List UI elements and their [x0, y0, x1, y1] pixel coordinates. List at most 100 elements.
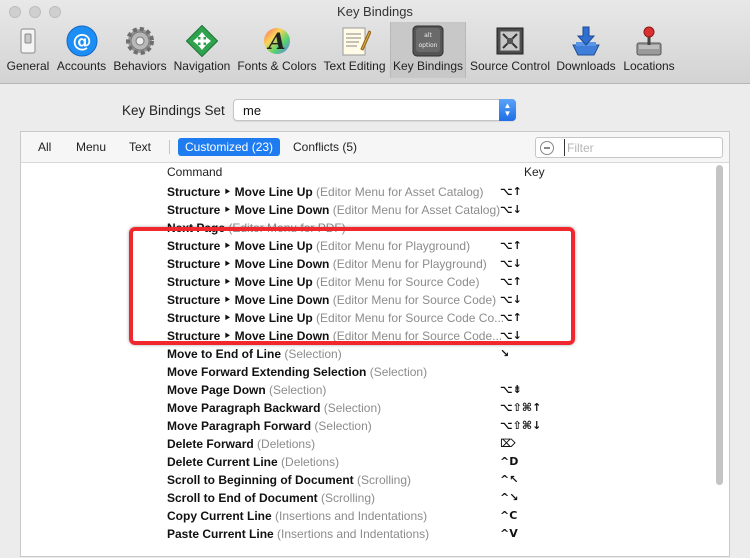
command-name: Move Forward Extending Selection [167, 365, 367, 379]
source-control-icon [493, 25, 527, 57]
toolbar-label: Source Control [469, 59, 551, 73]
key-cell[interactable]: ^D [500, 455, 518, 468]
filter-tab-customized[interactable]: Customized (23) [178, 138, 281, 156]
command-name: Structure ‣ Move Line Down [167, 293, 330, 307]
locations-joystick-icon [632, 25, 666, 57]
command-context: (Selection) [314, 419, 372, 433]
key-bindings-list: Structure ‣ Move Line Up (Editor Menu fo… [21, 181, 711, 558]
key-cell[interactable]: ⌥⇧⌘↓ [500, 419, 541, 432]
table-row[interactable]: Move Page Down (Selection) ⌥⇟ [21, 381, 711, 399]
table-row[interactable]: Delete Forward (Deletions) ⌦ [21, 435, 711, 453]
toolbar-tab-downloads[interactable]: Downloads [554, 22, 618, 78]
filter-tab-conflicts[interactable]: Conflicts (5) [293, 140, 357, 154]
key-cell[interactable]: ⌥↓ [500, 329, 522, 342]
key-cell[interactable]: ↘ [500, 347, 509, 360]
key-cell[interactable]: ⌥↑ [500, 185, 522, 198]
key-cell[interactable]: ⌦ [500, 437, 516, 450]
toolbar-tab-navigation[interactable]: Navigation [171, 22, 233, 78]
filter-tab-all[interactable]: All [38, 140, 51, 154]
command-cell: Move Paragraph Backward (Selection) [167, 401, 381, 415]
toolbar-tab-key-bindings[interactable]: alt option Key Bindings [390, 22, 466, 78]
key-bindings-set-value: me [243, 103, 262, 118]
accounts-at-icon: @ [65, 25, 99, 57]
key-cell[interactable]: ⌥↑ [500, 239, 522, 252]
key-bindings-icon: alt option [411, 25, 445, 57]
svg-text:A: A [266, 29, 285, 55]
toolbar-tab-general[interactable]: General [4, 22, 52, 78]
table-row[interactable]: Copy Current Line (Insertions and Indent… [21, 507, 711, 525]
command-name: Move to End of Line [167, 347, 281, 361]
key-cell[interactable]: ^V [500, 527, 518, 540]
command-context: (Editor Menu for Source Code... [332, 329, 503, 343]
table-row[interactable]: Move Forward Extending Selection (Select… [21, 363, 711, 381]
filter-tab-text[interactable]: Text [129, 140, 151, 154]
toolbar-tab-source-control[interactable]: Source Control [468, 22, 552, 78]
key-cell[interactable]: ⌥↑ [500, 275, 522, 288]
table-row[interactable]: Structure ‣ Move Line Down (Editor Menu … [21, 201, 711, 219]
filter-tab-menu[interactable]: Menu [76, 140, 106, 154]
column-header-key[interactable]: Key [524, 165, 545, 179]
title-bar: Key Bindings General @ Accounts Behavior… [0, 0, 750, 84]
table-row[interactable]: Structure ‣ Move Line Up (Editor Menu fo… [21, 183, 711, 201]
key-cell[interactable]: ⌥⇟ [500, 383, 522, 396]
keycap-option-text: option [419, 42, 438, 49]
toolbar-tab-behaviors[interactable]: Behaviors [111, 22, 169, 78]
command-cell: Structure ‣ Move Line Down (Editor Menu … [167, 293, 496, 307]
table-row[interactable]: Structure ‣ Move Line Down (Editor Menu … [21, 327, 711, 345]
toolbar-tab-locations[interactable]: Locations [620, 22, 678, 78]
filter-input[interactable] [564, 139, 719, 156]
toolbar-label: Key Bindings [392, 59, 464, 73]
toolbar-label: Text Editing [323, 59, 386, 73]
key-cell[interactable]: ⌥↓ [500, 293, 522, 306]
filter-separator [169, 140, 170, 154]
toolbar-tab-fonts-colors[interactable]: A Fonts & Colors [236, 22, 318, 78]
command-name: Scroll to Beginning of Document [167, 473, 354, 487]
table-row[interactable]: Structure ‣ Move Line Down (Editor Menu … [21, 291, 711, 309]
key-bindings-set-select[interactable]: me ▲ ▼ [233, 99, 516, 121]
table-row[interactable]: Move Paragraph Backward (Selection) ⌥⇧⌘↑ [21, 399, 711, 417]
table-row[interactable]: Move Paragraph Forward (Selection) ⌥⇧⌘↓ [21, 417, 711, 435]
scrollbar-thumb[interactable] [716, 165, 723, 485]
command-context: (Selection) [369, 365, 428, 379]
command-cell: Next Page (Editor Menu for PDF) [167, 221, 346, 235]
table-row[interactable]: Delete Current Line (Deletions) ^D [21, 453, 711, 471]
table-row[interactable]: Move to End of Line (Selection) ↘ [21, 345, 711, 363]
key-cell[interactable]: ⌥↑ [500, 311, 522, 324]
command-context: (Insertions and Indentations) [277, 527, 430, 541]
key-cell[interactable]: ⌥⇧⌘↑ [500, 401, 541, 414]
command-name: Delete Forward [167, 437, 254, 451]
table-row[interactable]: Structure ‣ Move Line Down (Editor Menu … [21, 255, 711, 273]
key-cell[interactable]: ⌥↓ [500, 257, 522, 270]
command-name: Structure ‣ Move Line Up [167, 185, 313, 199]
vertical-scrollbar[interactable] [714, 165, 725, 555]
command-context: (Selection) [284, 347, 342, 361]
toolbar-label: Locations [623, 59, 675, 73]
command-cell: Delete Current Line (Deletions) [167, 455, 339, 469]
toolbar-label: Fonts & Colors [237, 59, 317, 73]
toolbar-tab-text-editing[interactable]: Text Editing [321, 22, 388, 78]
table-row[interactable]: Scroll to End of Document (Scrolling) ^↘ [21, 489, 711, 507]
toolbar-tab-accounts[interactable]: @ Accounts [55, 22, 108, 78]
fonts-colors-icon: A [260, 25, 294, 57]
table-row[interactable]: Scroll to Beginning of Document (Scrolli… [21, 471, 711, 489]
key-cell[interactable]: ^↘ [500, 491, 518, 504]
table-row[interactable]: Structure ‣ Move Line Up (Editor Menu fo… [21, 273, 711, 291]
filter-field[interactable] [535, 137, 723, 158]
command-name: Paste Current Line [167, 527, 274, 541]
column-header-command[interactable]: Command [167, 165, 222, 179]
table-row[interactable]: Structure ‣ Move Line Up (Editor Menu fo… [21, 237, 711, 255]
downloads-icon [569, 25, 603, 57]
table-row[interactable]: Structure ‣ Move Line Up (Editor Menu fo… [21, 309, 711, 327]
command-name: Structure ‣ Move Line Up [167, 275, 313, 289]
window-title: Key Bindings [337, 4, 413, 19]
key-cell[interactable]: ⌥↓ [500, 203, 522, 216]
command-name: Delete Current Line [167, 455, 278, 469]
key-cell[interactable]: ^C [500, 509, 517, 522]
key-cell[interactable]: ^↖ [500, 473, 518, 486]
command-cell: Scroll to End of Document (Scrolling) [167, 491, 375, 505]
command-cell: Move Page Down (Selection) [167, 383, 326, 397]
table-row[interactable]: Paste Current Line (Insertions and Inden… [21, 525, 711, 543]
command-cell: Structure ‣ Move Line Up (Editor Menu fo… [167, 239, 470, 253]
table-row[interactable]: Next Page (Editor Menu for PDF) [21, 219, 711, 237]
command-context: (Selection) [323, 401, 382, 415]
